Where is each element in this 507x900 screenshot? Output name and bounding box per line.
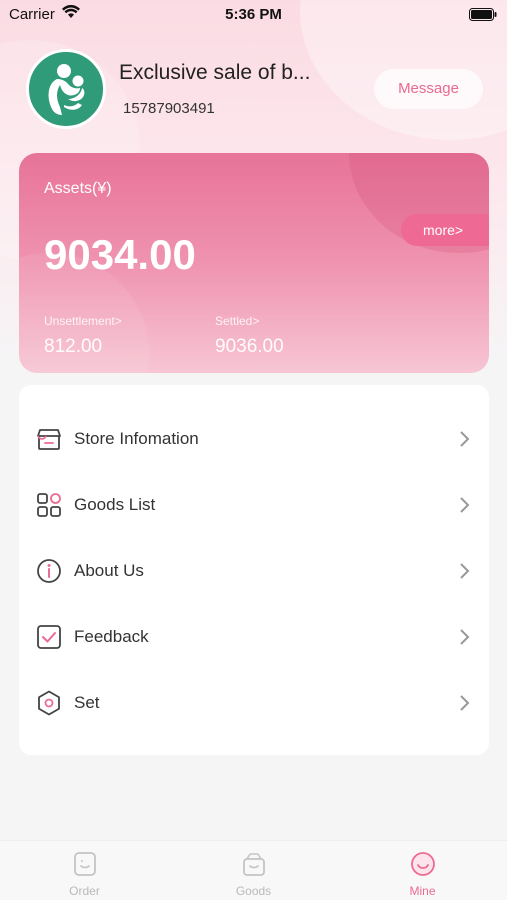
menu-item-set[interactable]: Set xyxy=(19,670,489,736)
menu-item-store-information[interactable]: Store Infomation xyxy=(19,406,489,472)
settled-link[interactable]: Settled> xyxy=(215,314,259,328)
tab-bar: Order Goods Mine xyxy=(0,840,507,900)
menu-label: Set xyxy=(74,693,100,712)
menu-label: Feedback xyxy=(74,627,149,646)
mother-baby-logo-icon xyxy=(48,64,85,115)
assets-label: Assets(¥) xyxy=(44,180,112,197)
assets-value: 9034.00 xyxy=(44,231,196,278)
tab-label: Order xyxy=(69,884,100,898)
tab-order[interactable]: Order xyxy=(0,841,169,900)
grid-icon xyxy=(37,493,61,517)
tab-goods[interactable]: Goods xyxy=(169,841,338,900)
menu-label: Store Infomation xyxy=(74,429,199,448)
store-avatar[interactable] xyxy=(26,49,106,129)
menu-label: Goods List xyxy=(74,495,156,514)
info-icon xyxy=(37,559,61,583)
tab-label: Mine xyxy=(409,884,436,898)
tab-mine[interactable]: Mine xyxy=(338,841,507,900)
status-time: 5:36 PM xyxy=(225,6,282,23)
chevron-right-icon xyxy=(460,431,470,447)
unsettlement-link[interactable]: Unsettlement> xyxy=(44,314,122,328)
message-button[interactable]: Message xyxy=(374,69,483,109)
menu-list: Store Infomation Goods List About Us Fee… xyxy=(19,385,489,755)
chevron-right-icon xyxy=(460,629,470,645)
mine-smile-icon xyxy=(411,852,435,876)
feedback-check-icon xyxy=(37,625,61,649)
store-name: Exclusive sale of b... xyxy=(119,61,311,84)
chevron-right-icon xyxy=(460,695,470,711)
chevron-right-icon xyxy=(460,497,470,513)
battery-icon xyxy=(469,8,497,25)
order-icon xyxy=(74,852,96,876)
menu-item-about-us[interactable]: About Us xyxy=(19,538,489,604)
assets-card: Assets(¥) 9034.00 more> Unsettlement> 81… xyxy=(19,153,489,373)
chevron-right-icon xyxy=(460,563,470,579)
tab-label: Goods xyxy=(235,884,272,898)
goods-box-icon xyxy=(243,853,265,876)
menu-item-goods-list[interactable]: Goods List xyxy=(19,472,489,538)
menu-item-feedback[interactable]: Feedback xyxy=(19,604,489,670)
menu-label: About Us xyxy=(74,561,144,580)
unsettlement-value: 812.00 xyxy=(44,336,103,357)
status-bar: Carrier 5:36 PM xyxy=(0,0,507,30)
hexagon-settings-icon xyxy=(38,690,60,716)
settled-value: 9036.00 xyxy=(215,336,284,357)
store-icon xyxy=(37,429,61,450)
store-phone: 15787903491 xyxy=(123,100,215,117)
more-button[interactable]: more> xyxy=(401,214,489,246)
